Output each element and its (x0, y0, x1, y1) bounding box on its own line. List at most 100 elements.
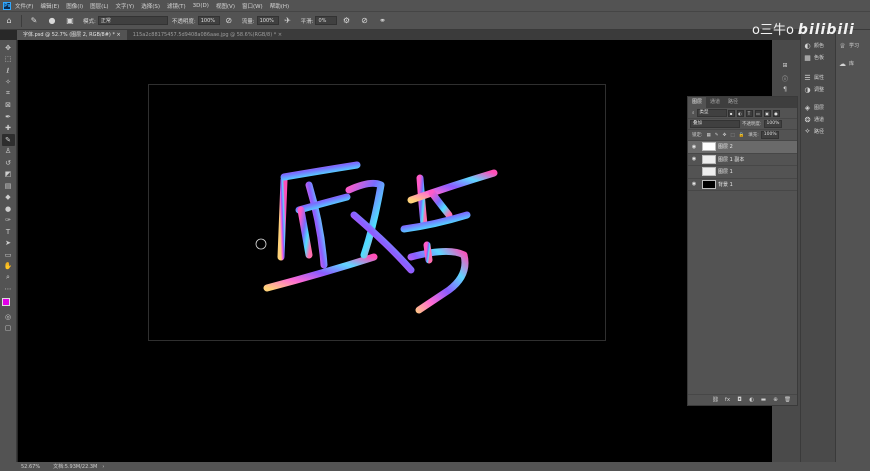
menu-edit[interactable]: 编辑(E) (40, 2, 59, 10)
smoothing-field[interactable]: 0% (315, 16, 338, 25)
layer-row[interactable]: ◉ 图层 2 (688, 141, 797, 154)
quick-select-tool-icon[interactable]: ✧ (2, 77, 15, 89)
link-icon[interactable]: ⛓ (712, 397, 719, 404)
flow-field[interactable]: 100% (256, 16, 279, 25)
screen-mode-icon[interactable]: ▢ (2, 323, 15, 335)
eyedropper-tool-icon[interactable]: ✒ (2, 111, 15, 123)
move-tool-icon[interactable]: ✥ (2, 42, 15, 54)
layer-row[interactable]: ◉ 图层 1 (688, 166, 797, 179)
menu-view[interactable]: 视图(V) (216, 2, 235, 10)
dock-item-color[interactable]: ◐ 颜色 (803, 40, 824, 51)
quick-mask-icon[interactable]: ◎ (2, 311, 15, 323)
tab-layers[interactable]: 图层 (688, 97, 707, 108)
gear-icon[interactable]: ⚙ (340, 15, 352, 27)
color-swatches[interactable] (1, 297, 15, 311)
filter-kind-select[interactable]: 类型 (696, 109, 727, 117)
dodge-tool-icon[interactable]: ● (2, 203, 15, 215)
folder-icon[interactable]: ▬ (760, 397, 767, 404)
menu-layer[interactable]: 图层(L) (90, 2, 108, 10)
dock-item-channels[interactable]: ❂ 通道 (803, 114, 824, 125)
dock-item-paths[interactable]: ⟡ 路径 (803, 126, 824, 137)
gradient-tool-icon[interactable]: ▤ (2, 180, 15, 192)
layer-row[interactable]: ◉ 图层 1 副本 (688, 154, 797, 166)
adjustment-filter-icon[interactable]: ◐ (736, 109, 744, 117)
menu-window[interactable]: 窗口(W) (242, 2, 263, 10)
dock-item-adjustments[interactable]: ◑ 调整 (803, 84, 824, 95)
lock-pixels-icon[interactable]: ✎ (715, 133, 719, 138)
marquee-tool-icon[interactable]: ⬚ (2, 54, 15, 66)
mask-icon[interactable]: ◘ (736, 397, 743, 404)
layer-row[interactable]: ◉ 背景 1 (688, 179, 797, 191)
hand-tool-icon[interactable]: ✋ (2, 261, 15, 273)
blur-tool-icon[interactable]: ◆ (2, 192, 15, 204)
menu-select[interactable]: 选择(S) (141, 2, 160, 10)
document-canvas[interactable] (148, 84, 606, 341)
lock-transparency-icon[interactable]: ▦ (707, 133, 711, 138)
pressure-opacity-icon[interactable]: ⊘ (223, 15, 235, 27)
paragraph-icon[interactable]: ¶ (776, 86, 794, 96)
lock-position-icon[interactable]: ✥ (723, 133, 727, 138)
menu-help[interactable]: 帮助(H) (270, 2, 289, 10)
zoom-level[interactable]: 52.67% (21, 464, 40, 470)
dock-item-learn[interactable]: ♕ 学习 (838, 40, 859, 51)
menu-file[interactable]: 文件(F) (15, 2, 33, 10)
healing-tool-icon[interactable]: ✚ (2, 123, 15, 135)
tab-active-document[interactable]: 字体.psd @ 52.7% (图层 2, RGB/8#) * × (17, 30, 127, 40)
menu-filter[interactable]: 滤镜(T) (167, 2, 186, 10)
brush-size-icon[interactable]: ● (46, 15, 58, 27)
info-icon[interactable]: ⓘ (776, 74, 794, 84)
airbrush-icon[interactable]: ✈ (282, 15, 294, 27)
layer-opacity-field[interactable]: 100% (763, 120, 782, 128)
fx-icon[interactable]: fx (724, 397, 731, 404)
chevron-right-icon[interactable]: › (102, 464, 104, 470)
symmetry-icon[interactable]: ⚭ (376, 15, 388, 27)
brush-settings-icon[interactable]: ▣ (64, 15, 76, 27)
eraser-tool-icon[interactable]: ◩ (2, 169, 15, 181)
adjustment-layer-icon[interactable]: ◐ (748, 397, 755, 404)
path-select-tool-icon[interactable]: ➤ (2, 238, 15, 250)
type-tool-icon[interactable]: T (2, 226, 15, 238)
mode-select[interactable]: 正常 (97, 16, 168, 25)
pixel-filter-icon[interactable]: ▪ (727, 109, 735, 117)
lasso-tool-icon[interactable]: ℓ (2, 65, 15, 77)
foreground-color[interactable] (2, 298, 10, 306)
home-icon[interactable]: ⌂ (3, 15, 15, 27)
new-layer-icon[interactable]: ⊕ (772, 397, 779, 404)
dock-item-swatches[interactable]: ▦ 色板 (803, 52, 824, 63)
opacity-field[interactable]: 100% (197, 16, 220, 25)
blend-mode-select[interactable]: 叠加 (690, 120, 740, 128)
filter-toggle-icon[interactable]: ● (772, 109, 780, 117)
brush-tool-icon[interactable]: ✎ (1, 134, 15, 146)
pen-tool-icon[interactable]: ✑ (2, 215, 15, 227)
crop-tool-icon[interactable]: ⌗ (2, 88, 15, 100)
trash-icon[interactable]: 🗑 (784, 397, 791, 404)
smart-object-filter-icon[interactable]: ▣ (763, 109, 771, 117)
tab-channels[interactable]: 通道 (706, 97, 724, 108)
eye-icon[interactable]: ◉ (688, 144, 700, 150)
dock-item-libraries[interactable]: ☁ 库 (838, 58, 854, 69)
menu-type[interactable]: 文字(Y) (116, 2, 135, 10)
frame-tool-icon[interactable]: ⊠ (2, 100, 15, 112)
brush-preset-icon[interactable]: ✎ (28, 15, 40, 27)
eye-icon[interactable]: ◉ (688, 156, 700, 162)
clone-stamp-tool-icon[interactable]: ♙ (2, 146, 15, 158)
dock-item-layers[interactable]: ◈ 图层 (803, 102, 824, 113)
tab-inactive-document[interactable]: 115a2c88175457.5d9408a086aae.jpg @ 58.6%… (127, 30, 288, 40)
more-tools-icon[interactable]: ⋯ (2, 284, 15, 296)
photoshop-logo-icon[interactable]: Ps (3, 1, 11, 10)
shape-filter-icon[interactable]: ▭ (754, 109, 762, 117)
menu-image[interactable]: 图像(I) (66, 2, 83, 10)
type-filter-icon[interactable]: T (745, 109, 753, 117)
dock-item-properties[interactable]: ☰ 属性 (803, 72, 824, 83)
tab-paths[interactable]: 路径 (724, 97, 742, 108)
eye-icon[interactable]: ◉ (688, 181, 700, 187)
shape-tool-icon[interactable]: ▭ (2, 249, 15, 261)
history-icon[interactable]: ⊞ (776, 62, 794, 72)
lock-all-icon[interactable]: 🔒 (739, 133, 745, 138)
eye-hidden-icon[interactable]: ◉ (688, 169, 700, 175)
lock-artboard-icon[interactable]: ⬚ (730, 133, 734, 138)
zoom-tool-icon[interactable]: ⌕ (2, 272, 15, 284)
pressure-size-icon[interactable]: ⊘ (358, 15, 370, 27)
history-brush-tool-icon[interactable]: ↺ (2, 157, 15, 169)
menu-3d[interactable]: 3D(D) (193, 3, 209, 9)
